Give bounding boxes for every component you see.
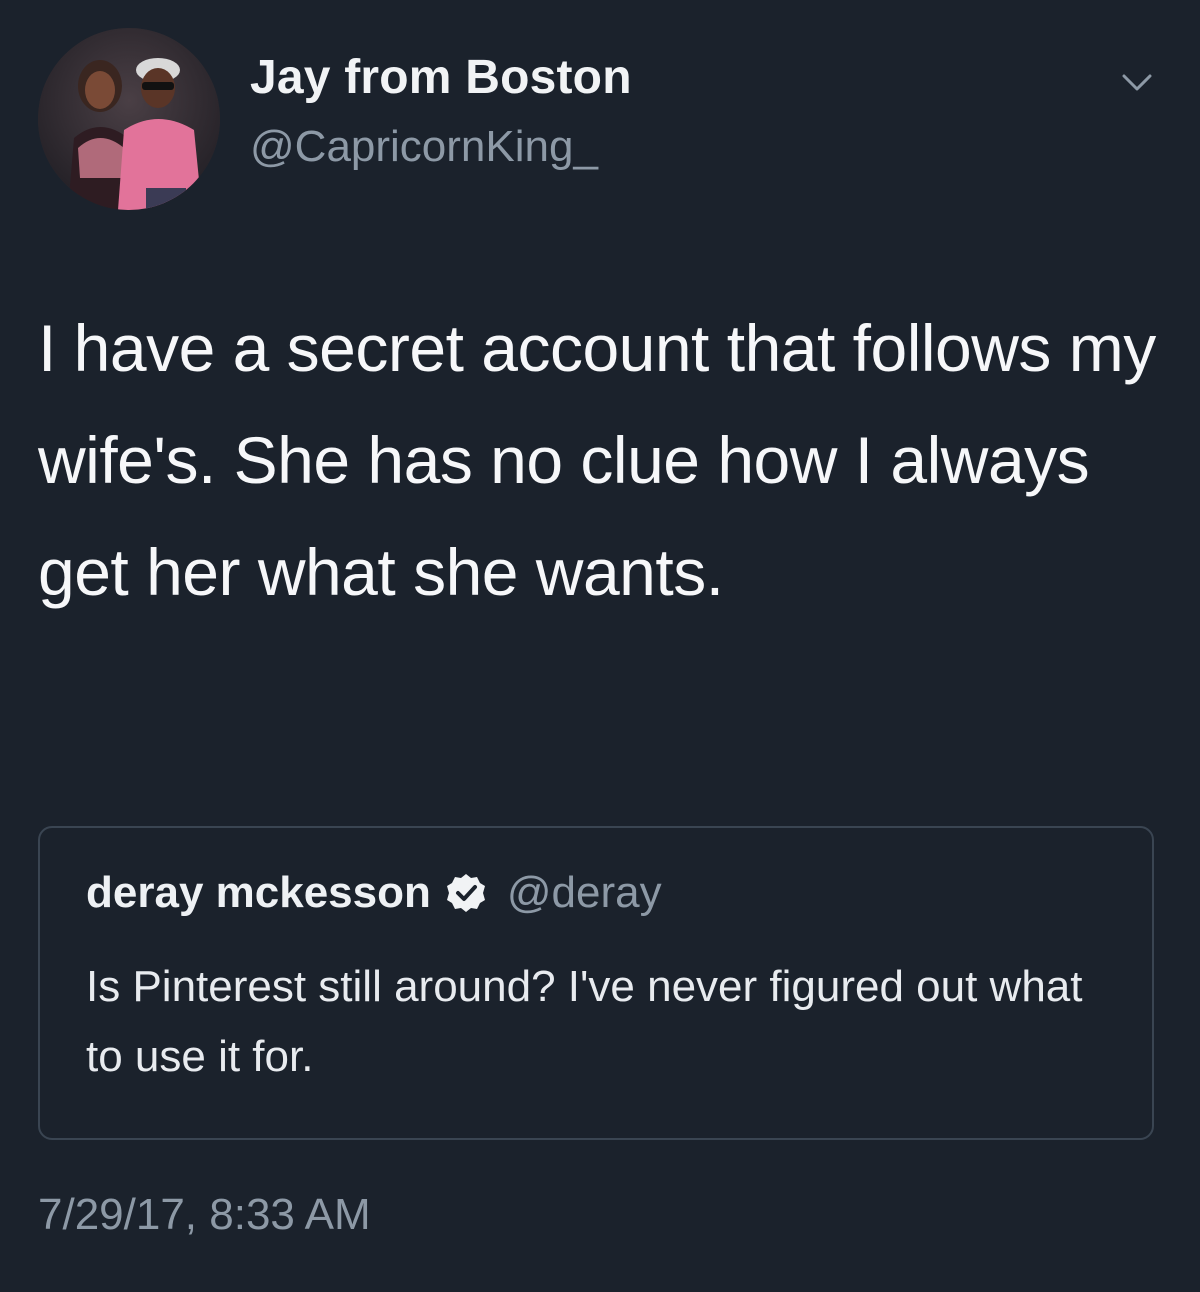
author-name[interactable]: Jay from Boston [250,50,632,105]
quoted-author-handle: @deray [506,868,662,917]
tweet-timestamp[interactable]: 7/29/17, 8:33 AM [38,1190,371,1240]
avatar-photo-icon [38,28,220,210]
tweet-text: I have a secret account that follows my … [38,311,1156,609]
quoted-author-name: deray mckesson [86,868,431,917]
avatar[interactable] [38,28,220,210]
quoted-tweet[interactable]: deray mckesson @deray Is Pinterest still… [38,826,1154,1140]
verified-badge-icon [445,872,487,914]
quoted-tweet-text: Is Pinterest still around? I've never fi… [86,962,1083,1081]
chevron-down-icon[interactable] [1112,62,1162,102]
tweet: Jay from Boston @CapricornKing_ I have a… [0,0,1200,1292]
author-handle[interactable]: @CapricornKing_ [250,122,598,172]
quoted-tweet-header: deray mckesson @deray [86,868,662,918]
